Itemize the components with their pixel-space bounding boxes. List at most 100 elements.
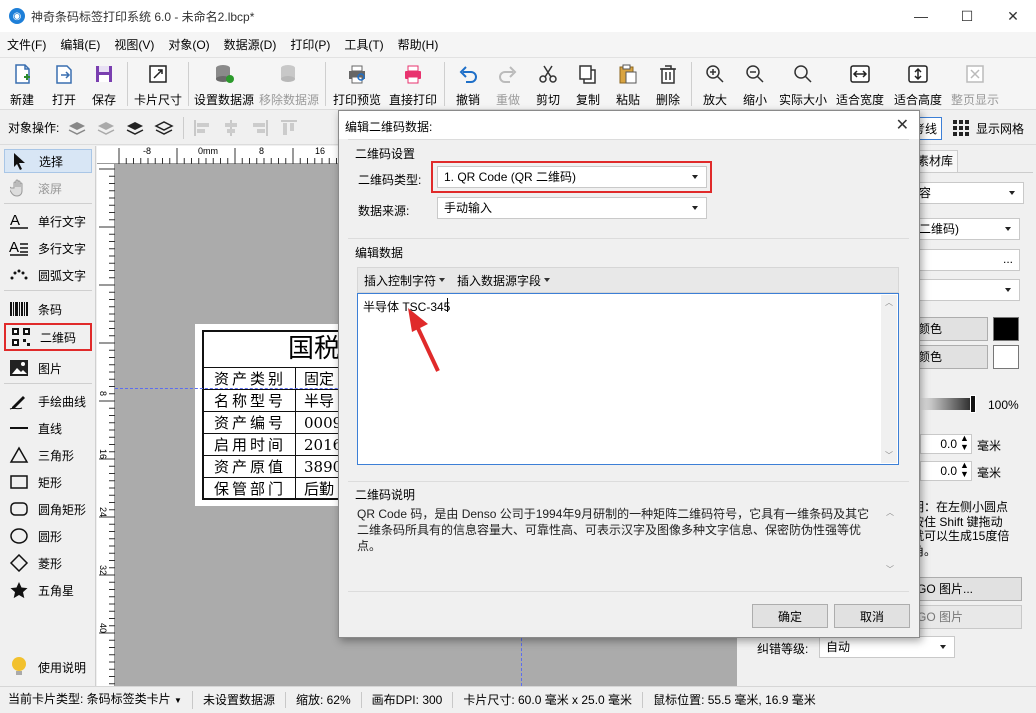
menu-view[interactable]: 视图(V) [107,32,161,58]
menu-edit[interactable]: 编辑(E) [53,32,107,58]
tool-diamond[interactable]: 菱形 [4,551,92,575]
logo-image-button[interactable]: GO 图片... [912,577,1022,601]
close-icon[interactable]: ✕ [896,115,909,135]
layers-top-icon[interactable] [124,117,146,139]
chevron-down-icon[interactable]: ﹀ [885,450,893,461]
undo-button[interactable]: 撤销 [448,58,488,108]
group-title-settings: 二维码设置 [355,147,416,161]
chevron-up-icon[interactable]: ︿ [885,297,893,308]
menu-file[interactable]: 文件(F) [0,32,53,58]
direct-print-button[interactable]: 直接打印 [385,58,441,108]
tool-arc-text[interactable]: 圆弧文字 [4,263,92,287]
foreground-color-button[interactable]: 颜色 [912,317,988,341]
tool-triangle[interactable]: 三角形 [4,443,92,467]
set-datasource-button[interactable]: 设置数据源 [192,58,256,108]
maximize-icon[interactable]: ☐ [944,0,990,32]
align-center-icon[interactable] [220,117,242,139]
cut-button[interactable]: 剪切 [528,58,568,108]
opacity-value: 100% [988,398,1019,412]
help-instructions[interactable]: 使用说明 [4,655,92,679]
tool-image[interactable]: 图片 [4,356,92,380]
group-divider [348,591,909,592]
data-field-button[interactable]: ... [912,249,1020,271]
tool-freehand[interactable]: 手绘曲线 [4,389,92,413]
ecc-level-label: 纠错等级: [757,642,809,656]
new-button[interactable]: 新建 [0,58,44,108]
remove-datasource-button[interactable]: 移除数据源 [256,58,322,108]
tool-select[interactable]: 选择 [4,149,92,173]
zoom-in-button[interactable]: 放大 [695,58,735,108]
multi-line-text-icon: A [8,237,30,259]
tool-rounded-rect[interactable]: 圆角矩形 [4,497,92,521]
opacity-slider-track[interactable] [920,398,974,410]
delete-button[interactable]: 删除 [648,58,688,108]
remove-logo-button[interactable]: GO 图片 [912,605,1022,629]
tool-barcode[interactable]: 条码 [4,297,92,321]
group-divider [348,481,909,482]
menu-object[interactable]: 对象(O) [161,32,216,58]
status-card-type[interactable]: 当前卡片类型: 条码标签类卡片 ▼ [0,691,193,709]
description-scrollbar[interactable]: ︿ ﹀ [882,505,898,577]
status-datasource: 未设置数据源 [193,692,286,708]
layer-down-icon[interactable] [95,117,117,139]
qrcode-description: QR Code 码，是由 Denso 公司于1994年9月研制的一种矩阵二维码符… [357,507,870,553]
menu-datasource[interactable]: 数据源(D) [217,32,284,58]
type-combo[interactable]: 二维码) [912,218,1020,240]
ecc-level-combo[interactable]: 自动 [819,636,955,658]
property-combo[interactable] [912,279,1020,301]
full-page-button[interactable]: 整页显示 [947,58,1003,108]
align-right-icon[interactable] [249,117,271,139]
textarea-scrollbar[interactable]: ︿ ﹀ [881,295,897,463]
tool-line[interactable]: 直线 [4,416,92,440]
background-color-button[interactable]: 颜色 [912,345,988,369]
opacity-slider-handle[interactable] [970,395,976,413]
fit-width-button[interactable]: 适合宽度 [831,58,889,108]
card-size-button[interactable]: 卡片尺寸 [131,58,185,108]
actual-size-button[interactable]: 实际大小 [775,58,831,108]
background-color-swatch[interactable] [993,345,1019,369]
save-button[interactable]: 保存 [84,58,124,108]
actual-size-icon [791,62,815,86]
redo-button[interactable]: 重做 [488,58,528,108]
paste-button[interactable]: 粘贴 [608,58,648,108]
minimize-icon[interactable]: — [898,0,944,32]
toolbar-separator [444,62,445,106]
cancel-button[interactable]: 取消 [834,604,910,628]
print-preview-button[interactable]: 打印预览 [329,58,385,108]
insert-datasource-field-button[interactable]: 插入数据源字段 [451,272,556,289]
spinner-arrows-icon[interactable]: ▲ ▼ [960,461,969,479]
chevron-down-icon[interactable]: ﹀ [886,564,894,575]
close-icon[interactable]: ✕ [990,0,1036,32]
align-left-icon[interactable] [191,117,213,139]
content-combo[interactable]: 容 [912,182,1024,204]
palette-separator [4,290,92,291]
data-source-select[interactable]: 手动输入 [437,197,707,219]
align-top-icon[interactable] [278,117,300,139]
redo-icon [496,62,520,86]
insert-control-char-button[interactable]: 插入控制字符 [358,272,451,289]
status-dpi: 画布DPI: 300 [362,692,454,708]
tool-scroll[interactable]: 滚屏 [4,176,92,200]
tool-circle[interactable]: 圆形 [4,524,92,548]
show-grid-toggle[interactable]: 显示网格 [976,120,1024,137]
tool-multi-line-text[interactable]: A 多行文字 [4,236,92,260]
layers-bottom-icon[interactable] [153,117,175,139]
chevron-up-icon[interactable]: ︿ [886,507,894,518]
spinner-arrows-icon[interactable]: ▲ ▼ [960,434,969,452]
ok-button[interactable]: 确定 [752,604,828,628]
tool-single-line-text[interactable]: A 单行文字 [4,209,92,233]
menu-help[interactable]: 帮助(H) [391,32,446,58]
layer-up-icon[interactable] [66,117,88,139]
tool-star[interactable]: 五角星 [4,578,92,602]
barcode-icon [8,298,30,320]
fit-height-button[interactable]: 适合高度 [889,58,947,108]
tool-rectangle[interactable]: 矩形 [4,470,92,494]
menu-print[interactable]: 打印(P) [283,32,337,58]
menu-tools[interactable]: 工具(T) [337,32,390,58]
copy-button[interactable]: 复制 [568,58,608,108]
foreground-color-swatch[interactable] [993,317,1019,341]
tool-qrcode[interactable]: 二维码 [4,323,92,351]
menu-bar: 文件(F) 编辑(E) 视图(V) 对象(O) 数据源(D) 打印(P) 工具(… [0,32,1036,58]
zoom-out-button[interactable]: 缩小 [735,58,775,108]
open-button[interactable]: 打开 [44,58,84,108]
